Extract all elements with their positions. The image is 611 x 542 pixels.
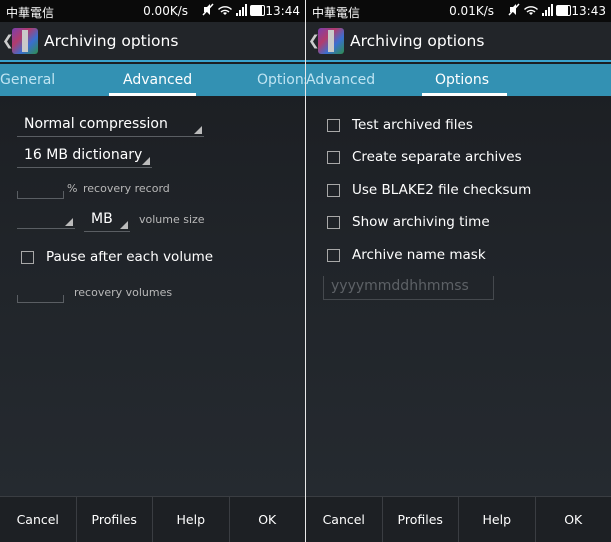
pause-after-volume-option[interactable]: Pause after each volume (21, 249, 213, 265)
status-bar: 中華電信 0.01K/s 13:43 (306, 0, 611, 22)
option-separate-archives[interactable]: Create separate archives (327, 149, 522, 165)
dictionary-select[interactable]: 16 MB dictionary (17, 144, 152, 168)
tab-bar: Advanced Options (306, 64, 611, 96)
ok-button[interactable]: OK (230, 497, 306, 542)
mute-icon (202, 3, 214, 16)
recovery-volumes-label: recovery volumes (74, 286, 173, 299)
carrier-name: 中華電信 (312, 6, 361, 20)
dropdown-arrow-icon (120, 221, 128, 229)
bottom-button-bar: Cancel Profiles Help OK (0, 496, 305, 542)
volume-size-label: volume size (139, 213, 205, 226)
winrar-app-icon[interactable] (318, 28, 344, 54)
clock: 13:43 (571, 4, 606, 18)
back-chevron-icon[interactable]: ❮ (308, 33, 320, 49)
recovery-record-input[interactable] (17, 191, 64, 199)
volume-size-input[interactable] (17, 205, 75, 229)
help-button[interactable]: Help (459, 497, 536, 542)
action-bar: ❮ Archiving options (306, 22, 611, 62)
dictionary-value: 16 MB dictionary (24, 147, 143, 163)
pause-checkbox[interactable] (21, 250, 34, 264)
tab-advanced[interactable]: Advanced (306, 72, 375, 88)
compression-value: Normal compression (24, 116, 168, 132)
signal-icon (236, 3, 247, 16)
mute-icon (508, 3, 520, 16)
battery-icon (556, 5, 571, 16)
help-button[interactable]: Help (153, 497, 230, 542)
dropdown-arrow-icon (142, 157, 150, 165)
active-tab-indicator (422, 93, 507, 96)
page-title: Archiving options (350, 32, 485, 50)
option-label: Show archiving time (352, 214, 490, 230)
option-label: Archive name mask (352, 247, 486, 263)
option-name-mask[interactable]: Archive name mask (327, 247, 486, 263)
winrar-app-icon[interactable] (12, 28, 38, 54)
wifi-icon (218, 5, 232, 15)
network-speed: 0.00K/s (143, 4, 188, 18)
volume-unit-value: MB (91, 211, 113, 227)
active-tab-indicator (109, 93, 196, 96)
tab-general[interactable]: General (0, 72, 55, 88)
percent-symbol: % (67, 182, 78, 195)
action-bar: ❮ Archiving options (0, 22, 305, 62)
compression-select[interactable]: Normal compression (17, 113, 204, 137)
network-speed: 0.01K/s (449, 4, 494, 18)
separate-archives-checkbox[interactable] (327, 150, 340, 164)
wifi-icon (524, 5, 538, 15)
battery-icon (250, 5, 265, 16)
option-label: Use BLAKE2 file checksum (352, 182, 532, 198)
bottom-button-bar: Cancel Profiles Help OK (306, 496, 611, 542)
back-chevron-icon[interactable]: ❮ (2, 33, 14, 49)
blake2-checkbox[interactable] (327, 183, 340, 197)
pause-label: Pause after each volume (46, 249, 214, 265)
dropdown-arrow-icon (194, 126, 202, 134)
tab-bar: General Advanced Options (0, 64, 305, 96)
name-mask-checkbox[interactable] (327, 248, 340, 262)
ok-button[interactable]: OK (536, 497, 611, 542)
right-screen: 中華電信 0.01K/s 13:43 ❮ Archiving options A… (306, 0, 611, 542)
volume-unit-select[interactable]: MB (84, 208, 130, 232)
option-show-time[interactable]: Show archiving time (327, 214, 490, 230)
carrier-name: 中華電信 (6, 6, 55, 20)
tab-options[interactable]: Options (435, 72, 489, 88)
clock: 13:44 (265, 4, 300, 18)
option-label: Create separate archives (352, 149, 522, 165)
signal-icon (542, 3, 553, 16)
profiles-button[interactable]: Profiles (77, 497, 153, 542)
option-test-archived[interactable]: Test archived files (327, 117, 473, 133)
status-bar: 中華電信 0.00K/s 13:44 (0, 0, 305, 22)
dropdown-arrow-icon (65, 218, 73, 226)
page-title: Archiving options (44, 32, 179, 50)
profiles-button[interactable]: Profiles (383, 497, 459, 542)
option-label: Test archived files (352, 117, 473, 133)
cancel-button[interactable]: Cancel (0, 497, 77, 542)
recovery-volumes-input[interactable] (17, 295, 64, 303)
recovery-record-label: recovery record (83, 182, 170, 195)
test-archived-checkbox[interactable] (327, 118, 340, 132)
tab-advanced[interactable]: Advanced (123, 72, 192, 88)
show-time-checkbox[interactable] (327, 215, 340, 229)
left-screen: 中華電信 0.00K/s 13:44 ❮ Archiving options G… (0, 0, 305, 542)
name-mask-input[interactable]: yyyymmddhhmmss (323, 276, 494, 300)
option-blake2-checksum[interactable]: Use BLAKE2 file checksum (327, 182, 531, 198)
cancel-button[interactable]: Cancel (306, 497, 383, 542)
tab-options[interactable]: Options (257, 72, 305, 88)
